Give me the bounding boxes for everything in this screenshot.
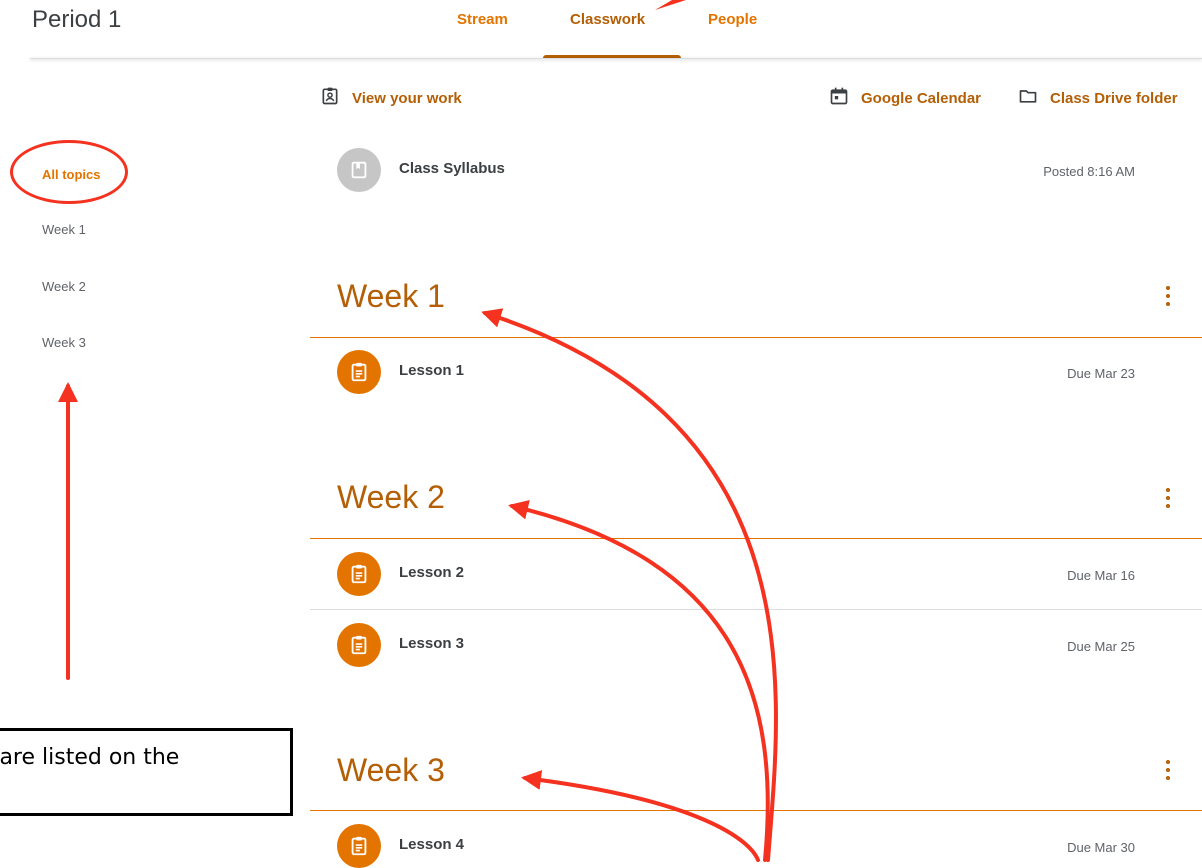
assignment-icon <box>337 350 381 394</box>
annotation-arrow-week-3 <box>521 770 760 862</box>
topic-heading-week-2: Week 2 <box>337 479 445 515</box>
class-drive-folder-label: Class Drive folder <box>1050 89 1178 107</box>
folder-icon <box>1018 86 1038 110</box>
lesson-2-title[interactable]: Lesson 2 <box>399 564 464 581</box>
tab-classwork[interactable]: Classwork <box>570 11 645 28</box>
item-divider <box>310 609 1202 610</box>
assignment-icon <box>337 623 381 667</box>
annotation-callout-box: s are listed on the <box>0 728 293 816</box>
lesson-4-title[interactable]: Lesson 4 <box>399 836 464 853</box>
tab-stream[interactable]: Stream <box>457 11 508 28</box>
google-calendar-link[interactable]: Google Calendar <box>829 86 981 110</box>
google-calendar-label: Google Calendar <box>861 89 982 107</box>
lesson-2-due: Due Mar 16 <box>1067 568 1135 583</box>
view-your-work-label: View your work <box>352 89 462 107</box>
annotation-arrow-week-2 <box>508 499 770 862</box>
sidebar-item-week-1[interactable]: Week 1 <box>42 222 86 237</box>
class-drive-folder-link[interactable]: Class Drive folder <box>1018 86 1178 110</box>
annotation-arrow-week-1 <box>481 308 778 862</box>
lesson-4-due: Due Mar 30 <box>1067 840 1135 855</box>
sidebar-item-week-3[interactable]: Week 3 <box>42 335 86 350</box>
sidebar-item-week-2[interactable]: Week 2 <box>42 279 86 294</box>
topic-divider <box>310 538 1202 539</box>
assignment-icon <box>337 552 381 596</box>
lesson-3-title[interactable]: Lesson 3 <box>399 635 464 652</box>
annotation-circle <box>10 140 128 204</box>
material-icon <box>337 148 381 192</box>
more-vert-icon[interactable] <box>1160 758 1176 782</box>
lesson-3-due: Due Mar 25 <box>1067 639 1135 654</box>
lesson-1-due: Due Mar 23 <box>1067 366 1135 381</box>
annotation-text: s are listed on the <box>0 745 180 770</box>
calendar-icon <box>829 86 849 110</box>
assignment-icon <box>337 824 381 868</box>
topic-heading-week-3: Week 3 <box>337 752 445 788</box>
view-your-work-link[interactable]: View your work <box>320 86 462 110</box>
header-divider <box>30 58 1202 59</box>
topic-divider <box>310 810 1202 811</box>
topic-divider <box>310 337 1202 338</box>
annotation-arrow-tab-tip <box>655 0 686 10</box>
more-vert-icon[interactable] <box>1160 284 1176 308</box>
class-title: Period 1 <box>32 6 122 33</box>
syllabus-title[interactable]: Class Syllabus <box>399 160 505 177</box>
topic-heading-week-1: Week 1 <box>337 278 445 314</box>
more-vert-icon[interactable] <box>1160 486 1176 510</box>
syllabus-posted-time: Posted 8:16 AM <box>1043 164 1135 179</box>
assignment-ind-icon <box>320 86 340 110</box>
tab-people[interactable]: People <box>708 11 757 28</box>
lesson-1-title[interactable]: Lesson 1 <box>399 362 464 379</box>
